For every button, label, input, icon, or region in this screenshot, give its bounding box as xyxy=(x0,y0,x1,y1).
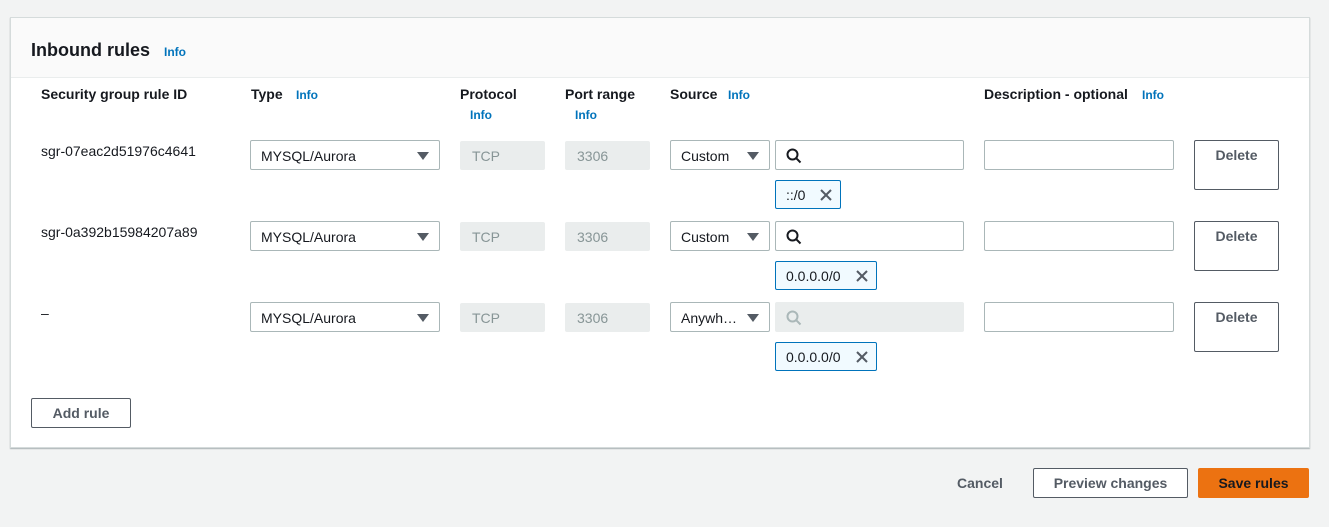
search-icon xyxy=(786,229,802,245)
protocol-field: TCP xyxy=(460,303,545,332)
description-info-link[interactable]: Info xyxy=(1142,88,1164,102)
column-header-protocol: Protocol xyxy=(460,86,517,102)
source-search-input[interactable] xyxy=(775,140,964,170)
caret-down-icon xyxy=(417,233,429,241)
source-type-select[interactable]: Custom xyxy=(670,140,770,170)
inbound-rules-panel: Inbound rules Info Security group rule I… xyxy=(10,17,1310,448)
search-icon xyxy=(786,148,802,164)
type-info-link[interactable]: Info xyxy=(296,88,318,102)
source-info-link[interactable]: Info xyxy=(728,88,750,102)
source-token-label: ::/0 xyxy=(786,187,806,203)
source-token: 0.0.0.0/0 xyxy=(775,261,877,290)
delete-button[interactable]: Delete xyxy=(1194,140,1279,190)
panel-info-link[interactable]: Info xyxy=(164,45,186,59)
description-input[interactable] xyxy=(984,221,1174,251)
rule-id: sgr-0a392b15984207a89 xyxy=(41,224,198,240)
protocol-info-link[interactable]: Info xyxy=(470,108,492,122)
close-icon[interactable] xyxy=(855,269,869,283)
save-rules-button[interactable]: Save rules xyxy=(1198,468,1309,498)
delete-button[interactable]: Delete xyxy=(1194,221,1279,271)
type-select-value: MYSQL/Aurora xyxy=(261,310,356,326)
close-icon[interactable] xyxy=(855,350,869,364)
caret-down-icon xyxy=(747,152,759,160)
column-header-port-range: Port range xyxy=(565,86,636,102)
source-type-value: Anywh… xyxy=(681,310,738,326)
panel-header: Inbound rules Info xyxy=(11,18,1309,78)
source-token-label: 0.0.0.0/0 xyxy=(786,349,841,365)
caret-down-icon xyxy=(747,314,759,322)
type-select[interactable]: MYSQL/Aurora xyxy=(250,140,440,170)
source-token: ::/0 xyxy=(775,180,841,209)
column-header-rule-id: Security group rule ID xyxy=(41,86,188,102)
description-input[interactable] xyxy=(984,140,1174,170)
source-token: 0.0.0.0/0 xyxy=(775,342,877,371)
search-icon xyxy=(786,310,802,326)
port-range-field: 3306 xyxy=(565,222,650,251)
type-select[interactable]: MYSQL/Aurora xyxy=(250,302,440,332)
source-search-input xyxy=(775,302,964,332)
delete-button[interactable]: Delete xyxy=(1194,302,1279,352)
close-icon[interactable] xyxy=(819,188,833,202)
caret-down-icon xyxy=(417,152,429,160)
description-input[interactable] xyxy=(984,302,1174,332)
port-range-field: 3306 xyxy=(565,141,650,170)
source-type-value: Custom xyxy=(681,148,730,164)
caret-down-icon xyxy=(417,314,429,322)
source-token-label: 0.0.0.0/0 xyxy=(786,268,841,284)
column-header-type: Type xyxy=(251,86,283,102)
port-range-field: 3306 xyxy=(565,303,650,332)
preview-changes-button[interactable]: Preview changes xyxy=(1033,468,1188,498)
port-range-info-link[interactable]: Info xyxy=(575,108,597,122)
cancel-button[interactable]: Cancel xyxy=(957,475,1003,491)
rule-id: sgr-07eac2d51976c4641 xyxy=(41,143,196,159)
panel-title: Inbound rules xyxy=(31,40,150,60)
source-type-select[interactable]: Custom xyxy=(670,221,770,251)
protocol-field: TCP xyxy=(460,141,545,170)
source-type-value: Custom xyxy=(681,229,730,245)
source-type-select[interactable]: Anywh… xyxy=(670,302,770,332)
add-rule-button[interactable]: Add rule xyxy=(31,398,131,428)
rule-id: – xyxy=(41,305,49,321)
type-select-value: MYSQL/Aurora xyxy=(261,148,356,164)
column-header-description: Description - optional xyxy=(984,86,1128,102)
type-select[interactable]: MYSQL/Aurora xyxy=(250,221,440,251)
source-search-input[interactable] xyxy=(775,221,964,251)
protocol-field: TCP xyxy=(460,222,545,251)
column-header-source: Source xyxy=(670,86,718,102)
type-select-value: MYSQL/Aurora xyxy=(261,229,356,245)
caret-down-icon xyxy=(747,233,759,241)
